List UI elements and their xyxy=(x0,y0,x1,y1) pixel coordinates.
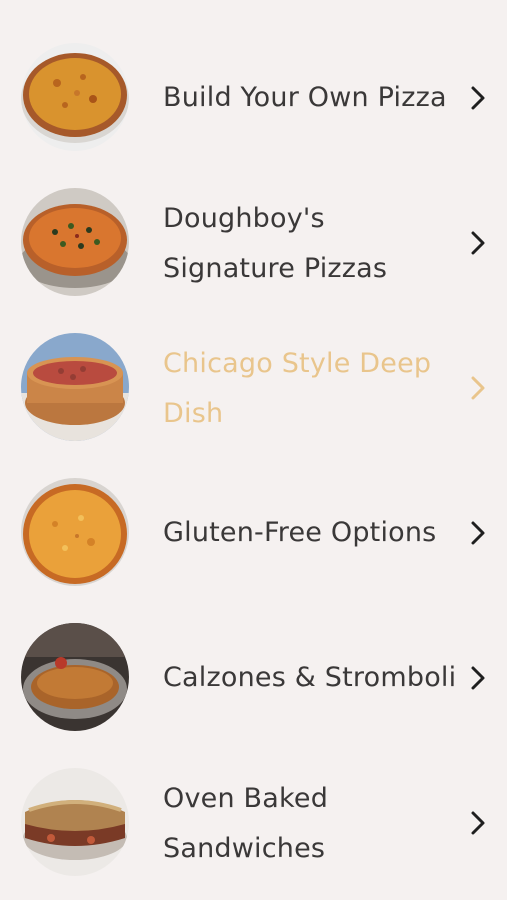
menu-item-gluten-free-options[interactable]: Gluten-Free Options xyxy=(0,478,507,588)
cheese-pizza-photo xyxy=(21,43,129,151)
chevron-right-icon xyxy=(468,375,488,401)
menu-item-signature-pizzas[interactable]: Doughboy's Signature Pizzas xyxy=(0,188,507,298)
category-menu-list: Build Your Own Pizza Doughboy's Signatur… xyxy=(0,0,507,900)
chevron-right-icon xyxy=(468,230,488,256)
menu-item-chicago-deep-dish[interactable]: Chicago Style Deep Dish xyxy=(0,333,507,443)
menu-item-label: Doughboy's Signature Pizzas xyxy=(163,203,388,284)
menu-item-label: Gluten-Free Options xyxy=(163,517,437,548)
chevron-right-icon xyxy=(468,85,488,111)
menu-item-label: Chicago Style Deep Dish xyxy=(163,348,432,429)
loaded-pizza-photo xyxy=(21,188,129,296)
sandwich-photo xyxy=(21,768,129,876)
menu-item-label: Calzones & Stromboli xyxy=(163,662,457,693)
menu-item-label: Oven Baked Sandwiches xyxy=(163,783,329,864)
menu-item-calzones-stromboli[interactable]: Calzones & Stromboli xyxy=(0,623,507,733)
gluten-free-pizza-photo xyxy=(21,478,129,586)
calzone-photo xyxy=(21,623,129,731)
chevron-right-icon xyxy=(468,810,488,836)
menu-item-oven-baked-sandwiches[interactable]: Oven Baked Sandwiches xyxy=(0,768,507,878)
chevron-right-icon xyxy=(468,520,488,546)
menu-item-build-your-own-pizza[interactable]: Build Your Own Pizza xyxy=(0,43,507,153)
chevron-right-icon xyxy=(468,665,488,691)
menu-item-label: Build Your Own Pizza xyxy=(163,82,447,113)
deep-dish-pizza-photo xyxy=(21,333,129,441)
